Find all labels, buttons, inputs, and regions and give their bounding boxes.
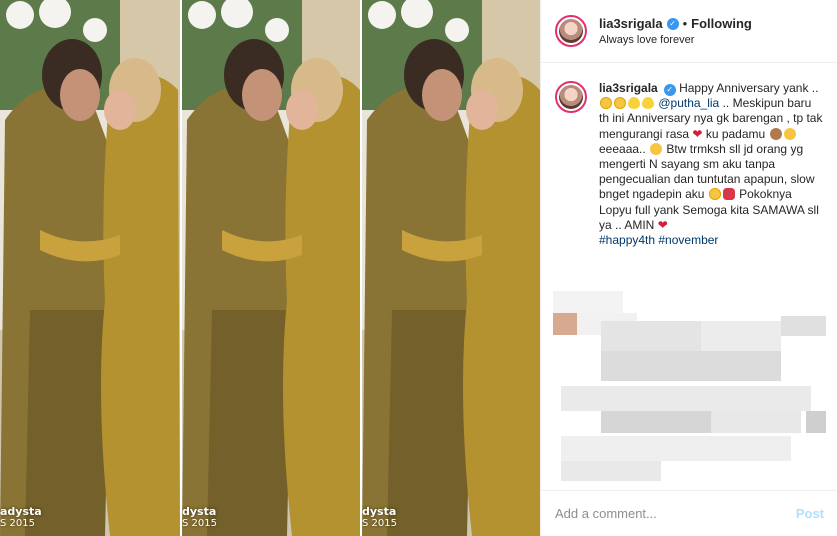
post-sidebar: lia3srigala ✓ • Following Always love fo…	[540, 0, 837, 536]
post-header: lia3srigala ✓ • Following Always love fo…	[541, 0, 837, 63]
following-button[interactable]: Following	[691, 16, 752, 32]
instagram-post-view: adysta S 2015 dysta S 2015 dysta S 2015 …	[0, 0, 837, 536]
caption-avatar[interactable]	[555, 81, 587, 113]
photo-panel: adysta S 2015	[0, 0, 180, 536]
avatar[interactable]	[555, 15, 587, 47]
photo-watermark: dysta S 2015	[362, 505, 397, 530]
photo-watermark: adysta S 2015	[0, 505, 42, 530]
caption-part: ku padamu	[705, 126, 766, 141]
red-heart-emoji-icon: ❤	[692, 126, 703, 141]
header-username[interactable]: lia3srigala	[599, 16, 663, 32]
heart-eyes-emoji-icon	[614, 97, 626, 110]
yellow-heart-emoji-icon	[628, 97, 640, 110]
hashtags-link[interactable]: #happy4th #november	[599, 233, 823, 248]
couple-kiss-illustration	[362, 0, 540, 536]
red-heart-emoji-icon: ❤	[657, 217, 668, 232]
grinning-emoji-icon	[783, 127, 796, 140]
photo-watermark: dysta S 2015	[182, 505, 217, 530]
verified-badge-icon: ✓	[663, 84, 676, 96]
post-photo[interactable]: adysta S 2015 dysta S 2015 dysta S 2015	[0, 0, 540, 536]
couple-kiss-illustration	[182, 0, 360, 536]
location-link[interactable]: Always love forever	[599, 33, 752, 47]
mention-link[interactable]: @putha_lia	[658, 96, 719, 110]
couple-kiss-illustration	[0, 0, 180, 536]
header-separator: •	[682, 15, 688, 31]
rofl-emoji-icon	[650, 142, 663, 155]
photo-panel: dysta S 2015	[360, 0, 540, 536]
heart-eyes-emoji-icon	[600, 97, 612, 110]
caption-part: eeeaaa..	[599, 141, 646, 156]
verified-badge-icon: ✓	[666, 17, 679, 30]
photo-panel: dysta S 2015	[180, 0, 360, 536]
header-text: lia3srigala ✓ • Following Always love fo…	[599, 16, 752, 47]
yellow-heart-emoji-icon	[642, 97, 654, 110]
heart-eyes-emoji-icon	[708, 188, 721, 201]
comment-input[interactable]	[555, 506, 796, 521]
comment-bar: Post	[541, 490, 837, 536]
see-no-evil-monkey-emoji-icon	[769, 127, 782, 140]
caption-username[interactable]: lia3srigala	[599, 81, 658, 95]
caption-part: Happy Anniversary yank ..	[679, 81, 819, 95]
dancer-emoji-icon	[722, 188, 735, 201]
post-button[interactable]: Post	[796, 506, 824, 521]
blurred-comments-area	[541, 291, 837, 491]
